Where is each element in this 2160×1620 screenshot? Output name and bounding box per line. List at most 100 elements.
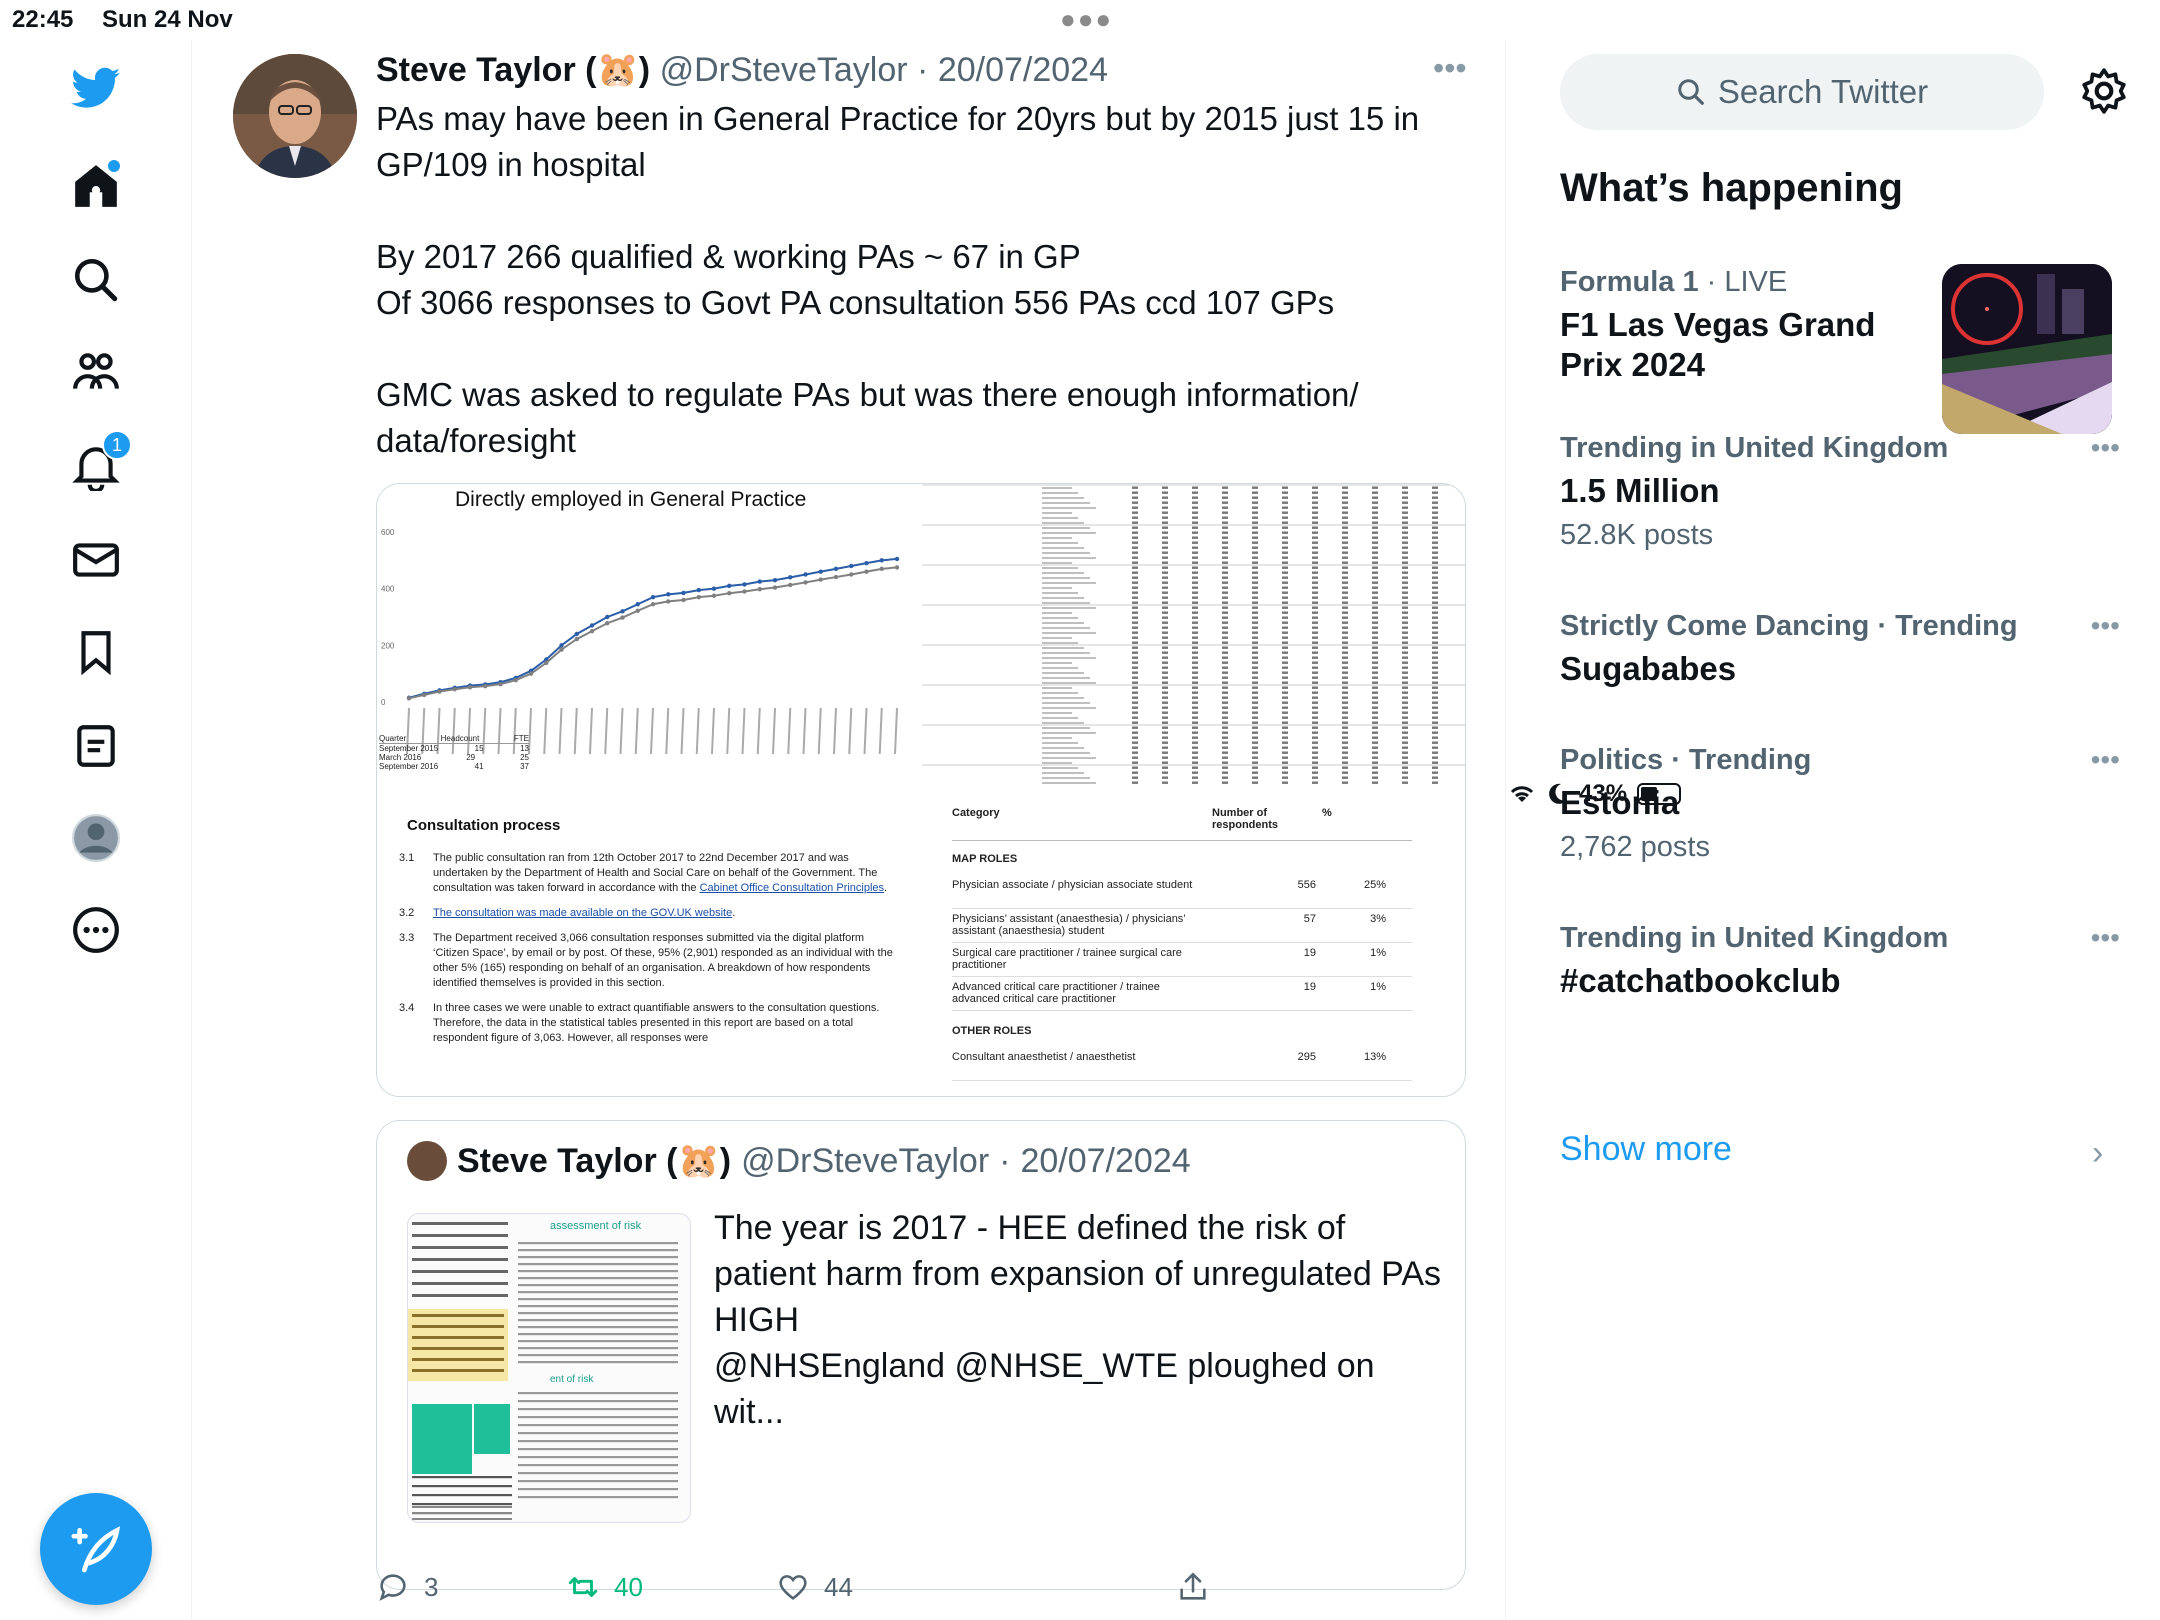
media-roles-table-image[interactable]: Category Number of respondents % MAP ROL… <box>922 791 1465 1096</box>
author-name[interactable]: Steve Taylor (🐹) <box>376 51 650 89</box>
mini-table-header: Headcount <box>440 734 480 743</box>
chart-point <box>681 590 686 596</box>
settings-gear-icon[interactable] <box>2079 66 2129 116</box>
chevron-right-icon[interactable]: › <box>2092 1134 2103 1173</box>
author-avatar[interactable] <box>233 54 357 178</box>
quoted-avatar <box>407 1141 447 1181</box>
left-nav: 1 <box>0 40 192 1620</box>
messages-mail-icon[interactable] <box>66 530 126 590</box>
consultation-item-text: The public consultation ran from 12th Oc… <box>433 852 888 894</box>
chart-x-tick <box>558 707 563 755</box>
chart-point <box>452 687 457 692</box>
search-field[interactable]: Search Twitter <box>1560 54 2044 130</box>
chart-point <box>498 681 503 687</box>
consultation-link[interactable]: The consultation was made available on t… <box>433 907 732 919</box>
trend-more-icon[interactable]: ••• <box>2091 432 2120 464</box>
trend-context: Formula 1 <box>1560 266 1699 298</box>
compose-tweet-button[interactable] <box>40 1493 152 1605</box>
f1-thumbnail-image[interactable] <box>1942 264 2112 434</box>
profile-avatar-icon[interactable] <box>66 808 126 868</box>
multitasking-dots-icon[interactable]: ●●● <box>1060 4 1113 35</box>
bookmarks-icon[interactable] <box>66 622 126 682</box>
trend-context: Trending in United Kingdom <box>1560 922 1949 954</box>
chart-x-tick <box>589 707 593 755</box>
chart-point <box>696 587 701 593</box>
compose-feather-icon <box>71 1526 121 1573</box>
share-button[interactable] <box>1176 1570 1210 1604</box>
chart-point <box>894 556 900 562</box>
media-consultation-image[interactable]: Consultation process 3.1 The public consu… <box>377 791 920 1096</box>
status-bar: 22:45 Sun 24 Nov ●●● 43% <box>0 0 2160 807</box>
mini-table-header: FTE <box>513 734 529 743</box>
consultation-link[interactable]: Cabinet Office Consultation Principles <box>700 882 884 894</box>
roles-header: Category <box>952 807 1000 819</box>
roles-table-cell: 25% <box>1363 879 1386 891</box>
trend-more-icon[interactable]: ••• <box>2091 922 2120 954</box>
roles-table-row: Physician associate / physician associat… <box>952 875 1412 909</box>
quoted-tweet[interactable]: Steve Taylor (🐹) @DrSteveTaylor · 20/07/… <box>376 1120 1466 1590</box>
header-separator: · <box>917 51 929 89</box>
roles-table-cell: 1% <box>1370 947 1386 959</box>
trend-item[interactable]: Politics · Trending Estonia 2,762 posts … <box>1560 744 2120 864</box>
consultation-item-number: 3.2 <box>399 907 415 919</box>
notifications-bell-icon[interactable]: 1 <box>66 430 132 496</box>
dense-table-graphic <box>922 484 1465 784</box>
author-handle[interactable]: @DrSteveTaylor <box>660 51 908 89</box>
chart-point <box>818 577 823 582</box>
twitter-logo-icon[interactable] <box>66 58 126 118</box>
chart-point <box>788 575 793 580</box>
reply-button[interactable]: 3 <box>376 1570 438 1604</box>
trend-more-icon[interactable]: ••• <box>2091 610 2120 642</box>
chart-point <box>635 608 640 613</box>
home-icon[interactable] <box>66 156 126 216</box>
lists-icon[interactable] <box>66 716 126 776</box>
roles-table-cell: Physicians’ assistant (anaesthesia) / ph… <box>952 913 1186 937</box>
notifications-badge: 1 <box>102 430 132 460</box>
mini-table-cell: 13 <box>520 744 529 753</box>
mini-table-cell: 41 <box>474 762 484 771</box>
roles-table-cell: 295 <box>1297 1051 1316 1063</box>
chart-x-tick <box>802 707 807 755</box>
mini-table-cell: 25 <box>520 753 529 762</box>
consultation-item-number: 3.4 <box>399 1002 415 1014</box>
trend-item[interactable]: Strictly Come Dancing · Trending Sugabab… <box>1560 610 2120 689</box>
trend-item[interactable]: Trending in United Kingdom 1.5 Million 5… <box>1560 432 2120 552</box>
tweet-date[interactable]: 20/07/2024 <box>938 51 1108 89</box>
search-icon <box>1678 79 1704 105</box>
trend-more-icon[interactable]: ••• <box>2091 744 2120 776</box>
chart-point <box>727 583 732 589</box>
chart-point <box>696 594 701 600</box>
chart-point <box>513 677 518 683</box>
tweet-more-icon[interactable]: ••• <box>1433 50 1467 87</box>
trend-item[interactable]: Formula 1 · LIVE F1 Las Vegas Grand Prix… <box>1560 266 1940 385</box>
chart-point <box>833 574 839 580</box>
show-more-link[interactable]: Show more <box>1560 1130 1732 1169</box>
chart-x-tick <box>650 707 654 755</box>
retweet-icon <box>568 1577 598 1597</box>
trend-item[interactable]: Trending in United Kingdom #catchatbookc… <box>1560 922 2120 1001</box>
explore-search-icon[interactable] <box>66 250 126 310</box>
chart-point <box>833 566 839 572</box>
communities-icon[interactable] <box>66 342 126 402</box>
chart-x-tick <box>528 707 532 755</box>
like-button[interactable]: 44 <box>776 1570 853 1604</box>
chart-x-tick <box>665 707 670 755</box>
tweet-media-grid[interactable]: Directly employed in General Practice 60… <box>376 483 1466 1097</box>
trend-title: Sugababes <box>1560 650 1737 687</box>
trend-context: Trending in United Kingdom <box>1560 432 1949 464</box>
more-options-icon[interactable] <box>66 900 126 960</box>
chart-point <box>528 671 534 676</box>
heart-icon <box>779 1575 807 1600</box>
chart-point <box>559 647 564 652</box>
chart-point <box>803 572 808 577</box>
retweet-button[interactable]: 40 <box>566 1570 643 1604</box>
quoted-doc-heading: assessment of risk <box>550 1220 642 1232</box>
mini-table-cell: September 2016 <box>379 762 439 771</box>
chart-x-tick <box>817 707 822 755</box>
media-chart-image[interactable]: Directly employed in General Practice 60… <box>377 484 920 789</box>
quoted-author-name: Steve Taylor (🐹) <box>457 1142 732 1180</box>
quoted-document-image[interactable]: assessment of risk ent of risk <box>407 1213 691 1523</box>
status-date: Sun 24 Nov <box>102 6 233 33</box>
media-region-table-image[interactable] <box>922 484 1465 789</box>
chart-svg: 600 400 200 0 <box>381 528 900 755</box>
